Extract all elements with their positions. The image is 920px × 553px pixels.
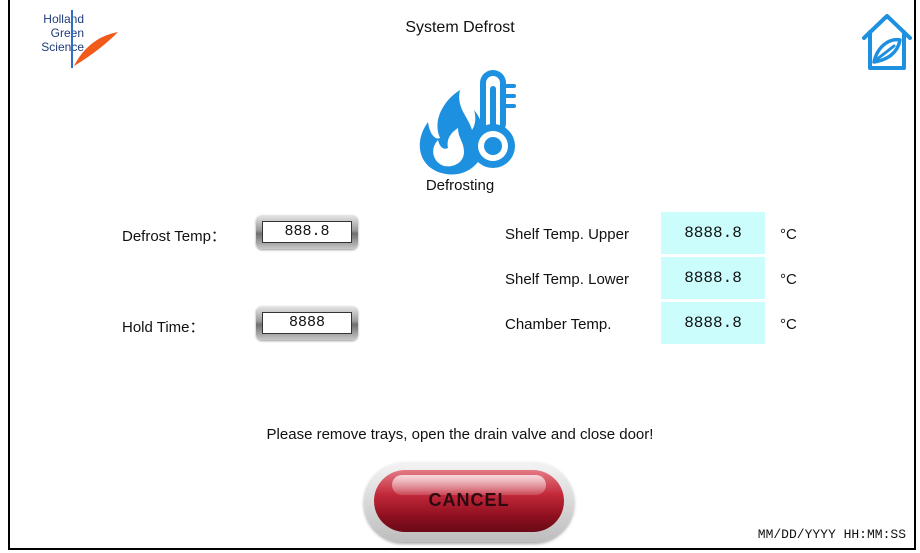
- company-logo: Holland Green Science: [14, 8, 124, 70]
- shelf-temp-upper-unit: °C: [780, 226, 797, 243]
- defrost-temp-value: 888.8: [262, 221, 352, 243]
- chamber-temp-label: Chamber Temp.: [505, 316, 612, 333]
- chamber-temp-unit: °C: [780, 316, 797, 333]
- page-title: System Defrost: [405, 19, 515, 36]
- datetime-display: MM/DD/YYYY HH:MM:SS: [757, 527, 906, 542]
- chamber-temp-readout: 8888.8: [661, 302, 765, 344]
- shelf-temp-upper-label: Shelf Temp. Upper: [505, 226, 629, 243]
- shelf-temp-upper-readout: 8888.8: [661, 212, 765, 254]
- shelf-temp-lower-unit: °C: [780, 271, 797, 288]
- instruction-message: Please remove trays, open the drain valv…: [266, 426, 654, 443]
- defrost-temp-input[interactable]: 888.8: [256, 215, 358, 249]
- shelf-temp-lower-label: Shelf Temp. Lower: [505, 271, 629, 288]
- hold-time-input[interactable]: 8888: [256, 306, 358, 340]
- fire-thermometer-icon: [419, 70, 516, 175]
- hold-time-value: 8888: [262, 312, 352, 334]
- cancel-button-face: CANCEL: [374, 470, 564, 532]
- shelf-temp-lower-readout: 8888.8: [661, 257, 765, 299]
- home-leaf-icon[interactable]: [858, 10, 916, 72]
- cancel-button[interactable]: CANCEL: [364, 462, 574, 542]
- defrost-temp-label: Defrost Temp：: [122, 228, 226, 245]
- hold-time-label: Hold Time：: [122, 319, 205, 336]
- status-label: Defrosting: [425, 177, 495, 194]
- cancel-button-label: CANCEL: [428, 490, 510, 510]
